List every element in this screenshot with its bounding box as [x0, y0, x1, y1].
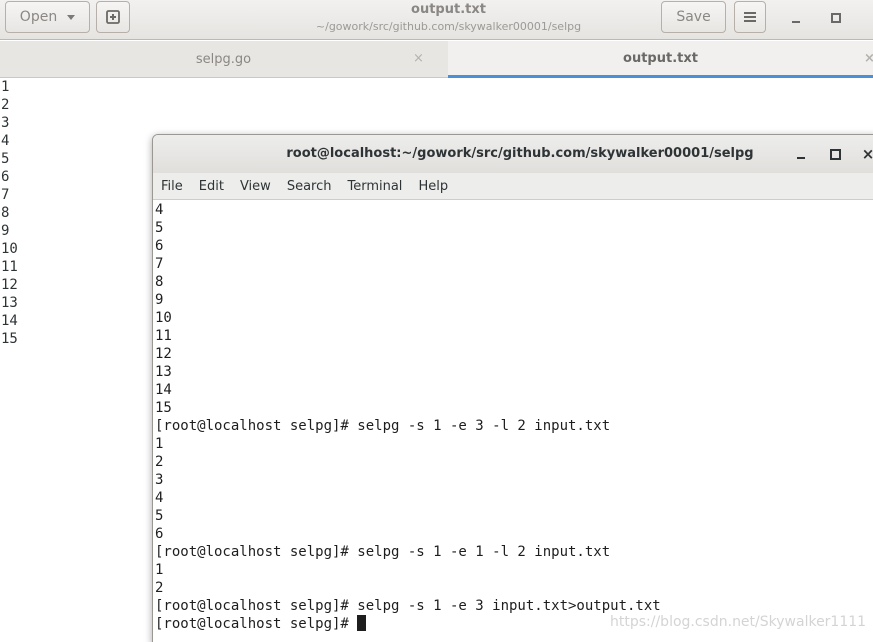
terminal-titlebar[interactable]: root@localhost:~/gowork/src/github.com/s…: [153, 135, 873, 173]
terminal-line: [root@localhost selpg]# selpg -s 1 -e 3 …: [155, 598, 661, 614]
terminal-line: 3: [155, 472, 164, 488]
terminal-line: 8: [155, 274, 164, 290]
menu-view[interactable]: View: [240, 179, 271, 194]
editor-line: 1: [1, 79, 10, 95]
maximize-icon[interactable]: [828, 10, 844, 26]
terminal-line: 2: [155, 454, 164, 470]
watermark: https://blog.csdn.net/Skywalker1111: [610, 614, 867, 630]
tab-label: output.txt: [623, 50, 698, 66]
terminal-line: 13: [155, 364, 172, 380]
menu-terminal[interactable]: Terminal: [347, 179, 402, 194]
terminal-line: 15: [155, 400, 172, 416]
editor-line: 8: [1, 205, 10, 221]
new-document-button[interactable]: [96, 1, 130, 33]
tab-selpg-go[interactable]: selpg.go ×: [0, 41, 447, 78]
terminal-line: 6: [155, 526, 164, 542]
gedit-header-bar: Open output.txt ~/gowork/src/github.com/…: [0, 0, 873, 40]
editor-line: 2: [1, 97, 10, 113]
close-icon[interactable]: ×: [860, 145, 873, 163]
tab-label: selpg.go: [195, 52, 252, 67]
tab-output-txt[interactable]: output.txt ×: [448, 41, 873, 78]
document-path: ~/gowork/src/github.com/skywalker00001/s…: [315, 20, 582, 33]
terminal-window: root@localhost:~/gowork/src/github.com/s…: [152, 134, 873, 642]
editor-line: 9: [1, 223, 10, 239]
document-title: output.txt: [411, 2, 486, 17]
terminal-line: 5: [155, 220, 164, 236]
terminal-line: [root@localhost selpg]# selpg -s 1 -e 3 …: [155, 418, 611, 434]
menu-button[interactable]: [734, 1, 766, 33]
editor-line: 4: [1, 133, 10, 149]
terminal-line: 4: [155, 490, 164, 506]
terminal-line: 11: [155, 328, 172, 344]
minimize-icon[interactable]: [793, 146, 809, 162]
editor-text: 1 2 3 4 5 6 7 8 9 10 11 12 13 14 15: [1, 78, 18, 348]
editor-line: 14: [1, 313, 18, 329]
editor-line: 5: [1, 151, 10, 167]
terminal-line: 4: [155, 202, 164, 218]
editor-line: 15: [1, 331, 18, 347]
terminal-line: 6: [155, 238, 164, 254]
terminal-line: 5: [155, 508, 164, 524]
open-button[interactable]: Open: [5, 1, 90, 33]
editor-line: 7: [1, 187, 10, 203]
editor-line: 12: [1, 277, 18, 293]
terminal-line: [root@localhost selpg]# selpg -s 1 -e 1 …: [155, 544, 611, 560]
chevron-down-icon: [67, 14, 76, 20]
editor-line: 3: [1, 115, 10, 131]
menu-edit[interactable]: Edit: [199, 179, 224, 194]
terminal-line: 7: [155, 256, 164, 272]
terminal-line: 10: [155, 310, 172, 326]
terminal-line: 12: [155, 346, 172, 362]
close-icon[interactable]: ×: [413, 51, 424, 66]
terminal-line: 9: [155, 292, 164, 308]
editor-line: 13: [1, 295, 18, 311]
editor-line: 10: [1, 241, 18, 257]
menu-help[interactable]: Help: [418, 179, 448, 194]
open-button-label: Open: [19, 9, 58, 25]
terminal-line: 1: [155, 436, 164, 452]
terminal-line: 2: [155, 580, 164, 596]
save-button[interactable]: Save: [661, 1, 726, 33]
terminal-menubar: File Edit View Search Terminal Help: [153, 173, 873, 200]
hamburger-menu-icon: [744, 12, 756, 22]
menu-file[interactable]: File: [161, 179, 183, 194]
text-cursor: [357, 615, 367, 631]
terminal-line: 1: [155, 562, 164, 578]
new-document-icon: [106, 10, 120, 24]
terminal-output[interactable]: 4 5 6 7 8 9 10 11 12 13 14 15 [root@localhost selpg]…: [155, 201, 873, 642]
tab-bar: selpg.go × output.txt ×: [0, 41, 873, 78]
close-icon[interactable]: ×: [864, 51, 873, 66]
maximize-icon[interactable]: [827, 146, 843, 162]
minimize-icon[interactable]: [788, 10, 804, 26]
terminal-line: 14: [155, 382, 172, 398]
editor-line: 6: [1, 169, 10, 185]
editor-line: 11: [1, 259, 18, 275]
menu-search[interactable]: Search: [287, 179, 332, 194]
terminal-title: root@localhost:~/gowork/src/github.com/s…: [286, 146, 754, 161]
terminal-prompt: [root@localhost selpg]#: [155, 616, 358, 632]
